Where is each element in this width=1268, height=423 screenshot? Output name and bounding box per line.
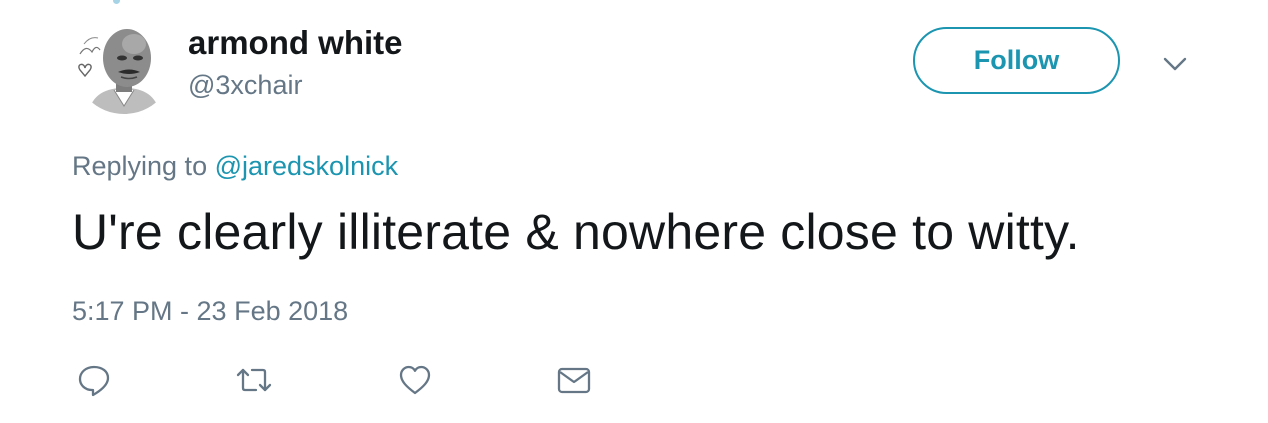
author-display-name[interactable]: armond white: [188, 24, 403, 62]
author-handle[interactable]: @3xchair: [188, 70, 302, 101]
reply-icon: [78, 365, 110, 397]
tweet-timestamp[interactable]: 5:17 PM - 23 Feb 2018: [72, 296, 348, 327]
like-button[interactable]: [397, 362, 433, 398]
follow-button[interactable]: Follow: [913, 27, 1120, 94]
chevron-down-icon: [1163, 57, 1187, 71]
retweet-icon: [236, 368, 272, 392]
reply-prefix: Replying to: [72, 151, 208, 181]
thread-connector: [113, 0, 120, 4]
tweet-text: U're clearly illiterate & nowhere close …: [72, 204, 1080, 260]
more-options-button[interactable]: [1158, 50, 1192, 78]
avatar[interactable]: [74, 14, 174, 114]
reply-mention-link[interactable]: @jaredskolnick: [215, 151, 398, 181]
direct-message-button[interactable]: [556, 362, 592, 398]
caricature-avatar-icon: [74, 14, 174, 114]
retweet-button[interactable]: [234, 362, 274, 398]
heart-icon: [399, 365, 431, 395]
envelope-icon: [557, 367, 591, 394]
reply-button[interactable]: [76, 362, 112, 398]
reply-context: Replying to @jaredskolnick: [72, 151, 398, 182]
